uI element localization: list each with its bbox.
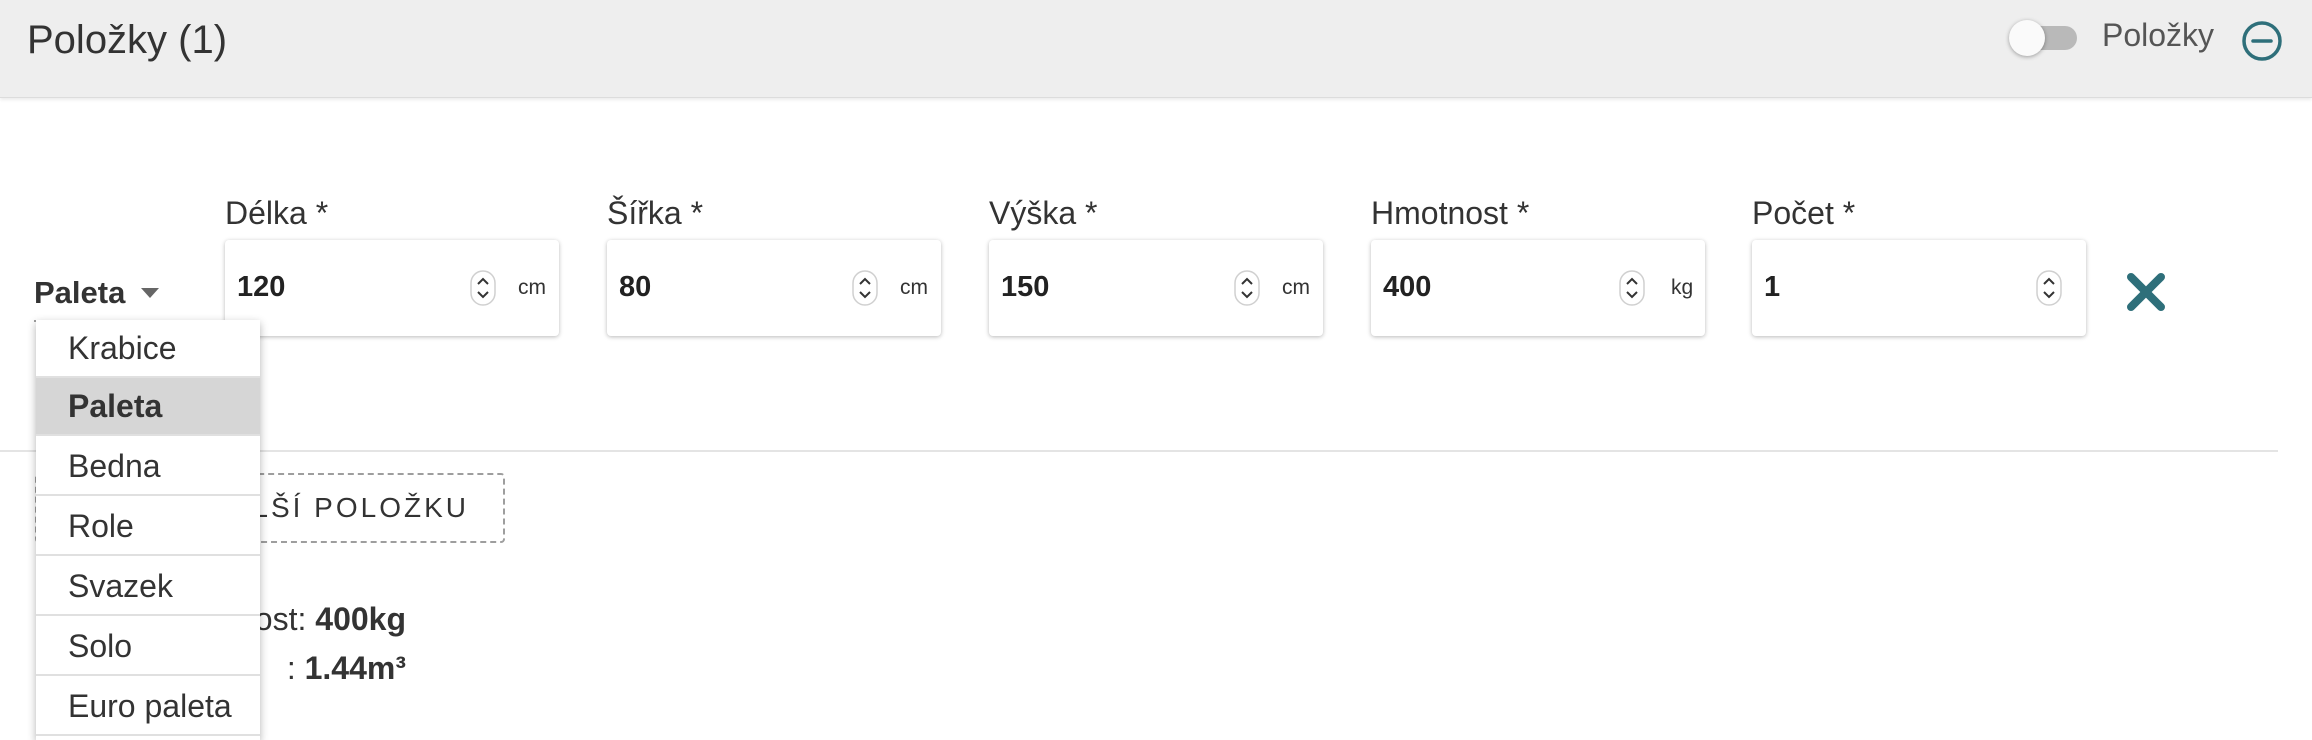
dropdown-option-paleta[interactable]: Paleta [36,378,260,436]
weight-label: Hmotnost * [1371,195,1530,231]
height-input[interactable]: 150 cm [989,240,1323,336]
items-toggle[interactable] [2009,20,2085,56]
up-down-chevron-icon[interactable] [470,270,496,306]
add-item-label: ALŠÍ POLOŽKU [230,492,469,523]
package-type-dropdown: Krabice Paleta Bedna Role Svazek Solo Eu… [36,320,260,740]
dropdown-option-label: Paleta [68,388,163,424]
length-input[interactable]: 120 cm [225,240,559,336]
width-label: Šířka * [607,195,704,231]
dropdown-option-euro-paleta[interactable]: Euro paleta [36,678,260,736]
minus-circle-icon[interactable] [2240,19,2284,63]
total-volume-value: 1.44m³ [304,650,406,686]
count-value: 1 [1764,271,1781,303]
dropdown-option-role[interactable]: Role [36,498,260,556]
length-unit: cm [518,276,546,299]
total-weight-label: ost: [254,601,307,637]
dropdown-option-label: Euro paleta [68,688,232,724]
up-down-chevron-icon[interactable] [852,270,878,306]
height-unit: cm [1282,276,1310,299]
close-icon[interactable] [2122,268,2170,316]
dropdown-option-krabice[interactable]: Krabice [36,320,260,378]
height-label: Výška * [989,195,1098,231]
package-type-value: Paleta [34,275,126,310]
up-down-chevron-icon[interactable] [1619,270,1645,306]
dropdown-option-label: Solo [68,628,133,664]
length-value: 120 [237,271,286,303]
total-volume-label: : [286,650,296,686]
total-volume: : 1.44m³ [287,650,406,687]
dropdown-option-label: Bedna [68,448,161,484]
width-input[interactable]: 80 cm [607,240,941,336]
total-weight: ost: 400kg [255,601,406,638]
items-header: Položky (1) Položky [0,0,2312,98]
weight-input[interactable]: 400 kg [1371,240,1705,336]
dropdown-option-label: Krabice [68,330,177,366]
dropdown-option-label: Svazek [68,568,173,604]
total-weight-value: 400kg [315,601,406,637]
section-title: Položky (1) [27,18,228,62]
package-type-select[interactable]: Paleta [34,270,164,322]
count-input[interactable]: 1 [1752,240,2086,336]
dropdown-option-svazek[interactable]: Svazek [36,558,260,616]
dropdown-option-bedna[interactable]: Bedna [36,438,260,496]
dropdown-option-label: Role [68,508,134,544]
weight-unit: kg [1671,276,1694,299]
height-value: 150 [1001,271,1050,303]
count-label: Počet * [1752,195,1856,231]
width-unit: cm [900,276,928,299]
up-down-chevron-icon[interactable] [2036,270,2062,306]
toggle-thumb[interactable] [2009,20,2045,56]
weight-value: 400 [1383,271,1432,303]
dropdown-option-solo[interactable]: Solo [36,618,260,676]
toggle-label: Položky [2102,17,2215,53]
up-down-chevron-icon[interactable] [1234,270,1260,306]
width-value: 80 [619,271,652,303]
caret-down-icon [141,288,159,298]
length-label: Délka * [225,195,329,231]
divider [0,450,2278,452]
